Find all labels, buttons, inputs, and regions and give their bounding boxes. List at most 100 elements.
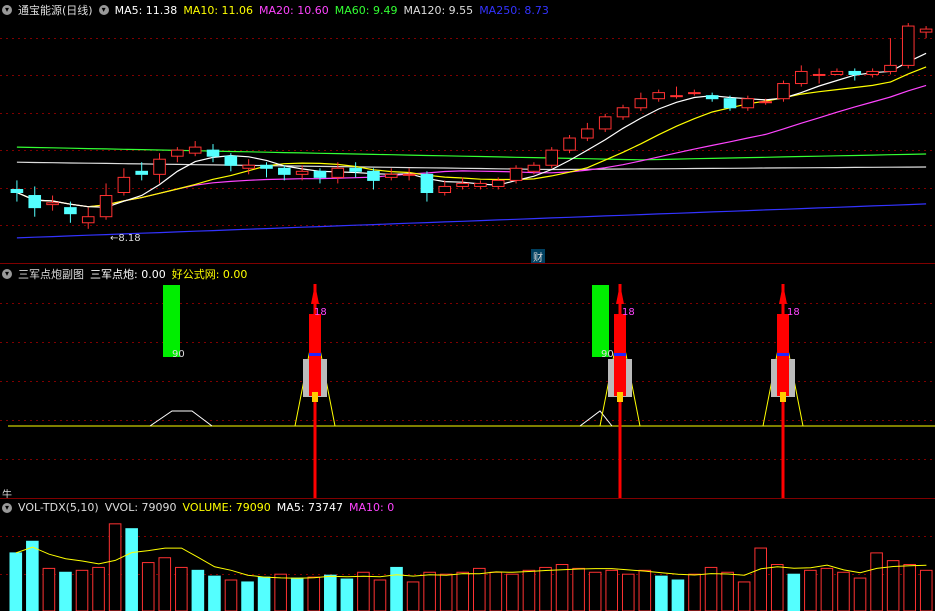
sanjun-value: 三军点炮: 0.00 — [90, 268, 166, 281]
volume-bar — [274, 573, 287, 611]
volume-bar — [108, 523, 122, 611]
volume-bar — [158, 557, 172, 611]
volume-bar — [853, 577, 867, 611]
volume-bar — [373, 579, 387, 611]
candle-body — [741, 98, 755, 109]
collapse-icon[interactable]: ▾ — [2, 269, 12, 279]
volume-bar — [522, 569, 536, 611]
volume-bar — [754, 547, 767, 611]
vvol-value: VVOL: 79090 — [104, 501, 177, 514]
volume-bar — [241, 581, 254, 611]
volume-bar — [59, 571, 72, 611]
rocket-2-band — [614, 353, 626, 356]
candle-body — [456, 182, 469, 187]
volume-bar — [555, 564, 569, 611]
candle-body — [491, 179, 505, 187]
candle-body — [545, 149, 559, 166]
candle-body — [153, 158, 166, 175]
candle-body — [866, 70, 879, 75]
ma20-value: MA20: 10.60 — [259, 3, 329, 17]
volume-bar — [588, 571, 602, 611]
rocket-1-flame — [312, 392, 318, 402]
candle-body — [331, 167, 345, 178]
financial-marker[interactable]: 财 — [531, 249, 545, 263]
volume-bar — [357, 571, 370, 611]
candle-body — [598, 116, 612, 130]
rocket-3-band — [777, 353, 789, 356]
volume-panel[interactable]: ▾ VOL-TDX(5,10) VVOL: 79090 VOLUME: 7909… — [0, 499, 935, 611]
candle-body — [99, 195, 113, 218]
candle-body — [260, 164, 273, 169]
candle-body — [527, 164, 541, 172]
volume-bar — [804, 569, 817, 611]
rocket-text-3: 18 — [787, 307, 800, 318]
candle-body — [28, 195, 42, 209]
vol-ma10-value: MA10: 0 — [349, 501, 395, 514]
candle-body — [723, 98, 737, 109]
candle-body — [812, 73, 826, 76]
volume-bar — [257, 576, 271, 611]
candle-body — [795, 70, 808, 85]
ma10-value: MA10: 11.06 — [183, 3, 254, 17]
candle-body — [705, 95, 719, 100]
volume-bar — [655, 575, 668, 611]
candle-body — [616, 107, 630, 118]
candle-body — [581, 128, 594, 139]
volume-bar — [224, 579, 238, 611]
candle-body — [349, 167, 362, 172]
volume-value: VOLUME: 79090 — [182, 501, 271, 514]
stock-title: 通宝能源(日线) — [18, 4, 93, 17]
volume-bar — [125, 528, 138, 611]
volume-bar — [886, 560, 900, 611]
price-panel[interactable]: ▾ 通宝能源(日线) ▾ MA5: 11.38 MA10: 11.06 MA20… — [0, 0, 935, 263]
volume-bar — [919, 569, 933, 611]
candle-body — [313, 170, 327, 178]
volume-bar — [406, 581, 420, 611]
ma5-value: MA5: 11.38 — [114, 3, 178, 17]
volume-bar — [340, 578, 354, 611]
collapse-icon[interactable]: ▾ — [2, 502, 12, 513]
volume-bar — [141, 562, 155, 611]
candle-body — [64, 207, 77, 215]
candle-body — [367, 170, 380, 181]
rocket-3-tip — [779, 284, 787, 304]
volume-bar — [92, 566, 105, 611]
volume-bar — [903, 564, 916, 611]
volume-bar — [770, 564, 784, 611]
bull-label: 牛 — [2, 490, 12, 498]
volume-bar — [473, 567, 486, 611]
candle-body — [652, 92, 665, 100]
volume-bar — [506, 573, 519, 611]
collapse-icon[interactable]: ▾ — [2, 5, 12, 15]
settings-icon[interactable]: ▾ — [98, 5, 109, 15]
price-panel-header: ▾ 通宝能源(日线) ▾ MA5: 11.38 MA10: 11.06 MA20… — [2, 2, 555, 18]
indicator-chart[interactable] — [0, 264, 935, 498]
volume-bar — [572, 567, 585, 611]
volume-bar — [42, 567, 56, 611]
signal-text-2: 90 — [601, 349, 614, 360]
volume-bar — [439, 573, 453, 611]
volume-panel-header: ▾ VOL-TDX(5,10) VVOL: 79090 VOLUME: 7909… — [2, 501, 400, 514]
ma250-line — [16, 203, 927, 239]
volume-bar — [688, 573, 701, 611]
volume-bar — [75, 569, 89, 611]
indicator-hump — [579, 410, 613, 427]
candle-body — [171, 149, 184, 157]
candle-body — [438, 185, 452, 194]
ma60-value: MA60: 9.49 — [334, 3, 398, 17]
candle-body — [384, 173, 398, 178]
ma120-value: MA120: 9.55 — [403, 3, 474, 17]
indicator-panel-header: ▾ 三军点炮副图 三军点炮: 0.00 好公式网: 0.00 — [2, 266, 253, 282]
indicator-panel[interactable]: ▾ 三军点炮副图 三军点炮: 0.00 好公式网: 0.00 90 90 18 … — [0, 264, 935, 498]
candle-body — [242, 164, 255, 169]
candle-body — [135, 170, 148, 175]
volume-chart[interactable] — [0, 499, 935, 611]
candle-body — [830, 70, 844, 75]
price-chart[interactable] — [0, 0, 935, 263]
volume-bar — [837, 571, 850, 611]
candle-body — [884, 64, 897, 72]
rocket-3-flame — [780, 392, 786, 402]
green-signal-bar — [592, 285, 609, 357]
candle-body — [688, 92, 701, 95]
volume-bar — [489, 571, 503, 611]
